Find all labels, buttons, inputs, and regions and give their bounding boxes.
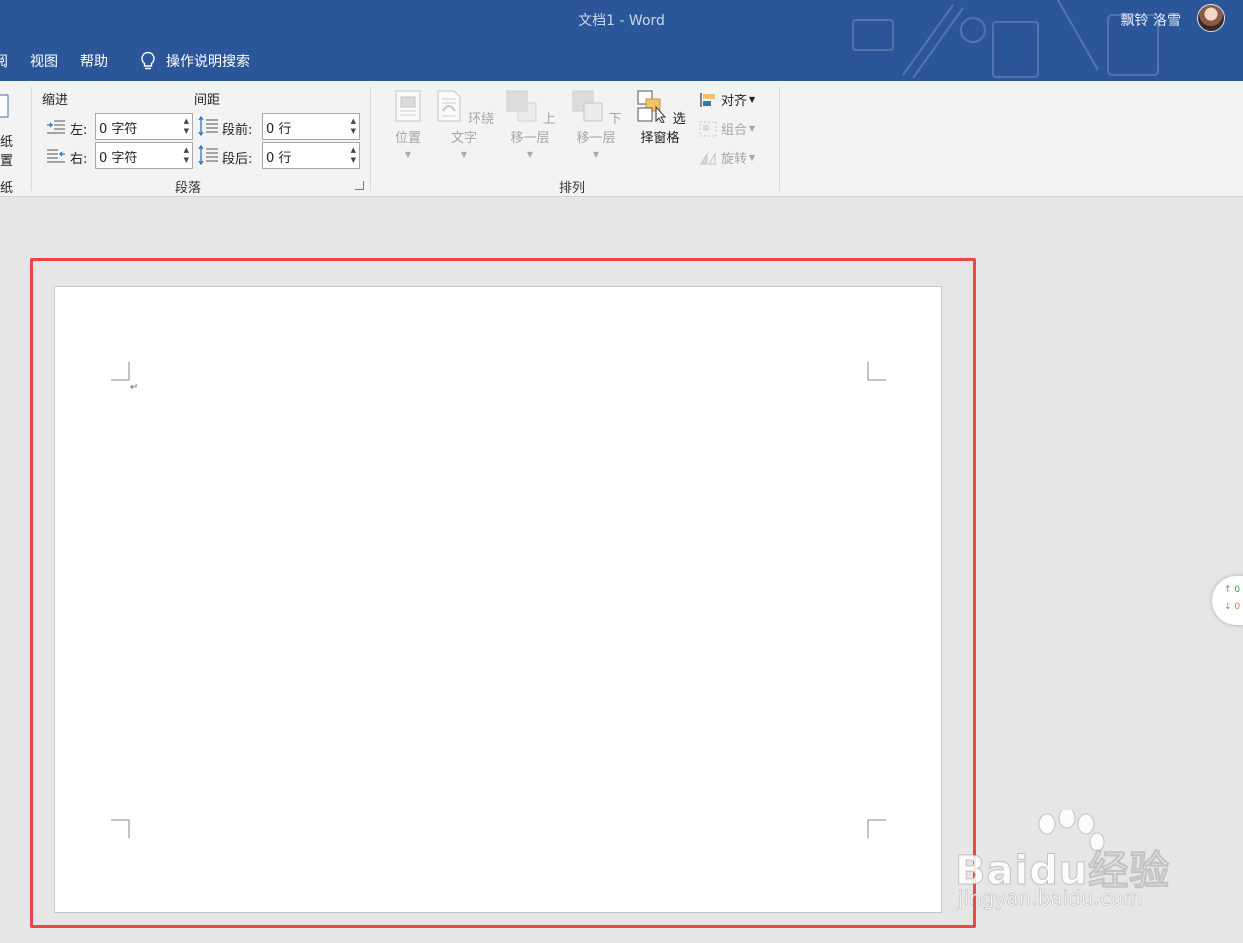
tab-review[interactable]: 阅	[0, 51, 8, 71]
rotate-label: 旋转	[721, 152, 748, 167]
spacing-before-icon	[198, 115, 218, 137]
user-name[interactable]: 飘铃 洛雪	[1121, 10, 1181, 30]
spacing-heading: 间距	[194, 93, 221, 108]
spacing-before-input[interactable]: 0 行 ▲ ▼	[262, 113, 360, 140]
group-separator	[370, 87, 371, 191]
indent-left-label: 左:	[70, 123, 88, 138]
paragraph-group-label: 段落	[175, 181, 202, 196]
tab-help[interactable]: 帮助	[80, 51, 108, 71]
group-objects-button[interactable]: 组合 ▼	[699, 119, 755, 138]
download-speed: ↓ 0	[1224, 602, 1241, 612]
rotate-button[interactable]: 旋转 ▼	[699, 148, 755, 167]
page-setup-label-1[interactable]: 纸	[0, 131, 13, 150]
lightbulb-icon	[141, 51, 155, 70]
spacing-before-value: 0 行	[266, 122, 292, 137]
tell-me-search[interactable]: 操作说明搜索	[140, 51, 250, 71]
position-label: 位置	[394, 131, 421, 146]
paper-size-icon	[0, 94, 9, 118]
title-bar: 文档1 - Word 飘铃 洛雪 阅 视图 帮助 操作说明搜索	[0, 0, 1243, 81]
position-button[interactable]: 位置 ▼	[388, 89, 428, 159]
arrange-group-label: 排列	[559, 181, 586, 196]
spin-arrows-icon[interactable]: ▲ ▼	[351, 145, 356, 165]
align-button[interactable]: 对齐 ▼	[699, 90, 755, 109]
ribbon-tabs: 阅 视图 帮助 操作说明搜索	[0, 50, 250, 72]
ribbon: 纸 置 纸 缩进 间距 左: 0 字符 ▲ ▼ 右: 0 字符 ▲ ▼ 段前: 0 …	[0, 81, 1243, 197]
bring-forward-button[interactable]: 上移一层 ▼	[499, 89, 561, 159]
indent-left-value: 0 字符	[99, 122, 138, 137]
network-speed-widget[interactable]: ↑ 0 ↓ 0	[1212, 576, 1243, 625]
dropdown-arrow-icon: ▼	[749, 153, 756, 162]
group-objects-icon	[699, 121, 717, 136]
page-setup-label-2[interactable]: 置	[0, 150, 13, 169]
spacing-after-value: 0 行	[266, 151, 292, 166]
dropdown-arrow-icon: ▼	[749, 95, 756, 104]
indent-left-input[interactable]: 0 字符 ▲ ▼	[95, 113, 193, 140]
upload-speed: ↑ 0	[1224, 585, 1241, 595]
send-backward-button[interactable]: 下移一层 ▼	[565, 89, 627, 159]
wrap-text-button[interactable]: 环绕文字 ▼	[433, 89, 495, 159]
selection-pane-button[interactable]: 选择窗格	[629, 89, 691, 146]
rotate-icon	[700, 151, 716, 164]
spacing-before-label: 段前:	[222, 123, 253, 138]
window-title: 文档1 - Word	[578, 13, 665, 29]
indent-heading: 缩进	[42, 93, 69, 108]
selection-pane-icon	[637, 90, 667, 124]
spin-arrows-icon[interactable]: ▲ ▼	[184, 116, 189, 136]
position-icon	[395, 90, 421, 122]
spin-arrows-icon[interactable]: ▲ ▼	[184, 145, 189, 165]
indent-right-icon	[47, 149, 65, 163]
spin-arrows-icon[interactable]: ▲ ▼	[351, 116, 356, 136]
indent-right-value: 0 字符	[99, 151, 138, 166]
indent-right-input[interactable]: 0 字符 ▲ ▼	[95, 142, 193, 169]
user-avatar[interactable]	[1197, 4, 1225, 32]
group-separator	[31, 87, 32, 191]
page-setup-group-label: 纸	[0, 181, 14, 196]
send-backward-icon	[572, 90, 603, 122]
group-objects-label: 组合	[721, 123, 748, 138]
wrap-text-icon	[437, 90, 461, 122]
align-icon	[700, 92, 715, 107]
tell-me-label: 操作说明搜索	[166, 54, 250, 70]
highlight-box	[30, 258, 976, 928]
spacing-after-icon	[198, 144, 218, 166]
indent-left-icon	[47, 120, 65, 134]
dropdown-arrow-icon: ▼	[749, 124, 756, 133]
paragraph-dialog-launcher-icon[interactable]	[355, 181, 364, 190]
bring-forward-icon	[506, 90, 537, 122]
spacing-after-label: 段后:	[222, 152, 253, 167]
align-label: 对齐	[721, 94, 748, 109]
group-separator	[779, 87, 780, 191]
spacing-after-input[interactable]: 0 行 ▲ ▼	[262, 142, 360, 169]
indent-right-label: 右:	[70, 152, 88, 167]
tab-view[interactable]: 视图	[30, 51, 58, 71]
watermark-url: jingyan.baidu.com	[958, 886, 1143, 911]
